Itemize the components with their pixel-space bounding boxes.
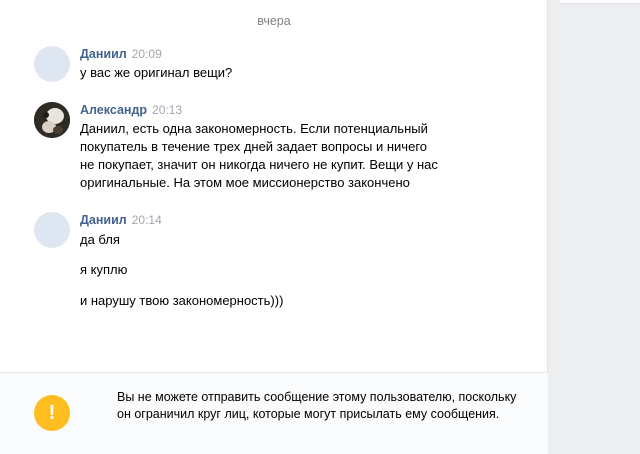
message-text: и нарушу твою закономерность)))	[80, 293, 284, 308]
send-restriction-notice: ! Вы не можете отправить сообщение этому…	[0, 372, 548, 454]
avatar-photo-icon	[34, 102, 70, 138]
message-body: Александр 20:13 Даниил, есть одна законом…	[80, 102, 474, 192]
date-separator: вчера	[257, 14, 291, 28]
message-body: Даниил 20:09 у вас же оригинал вещи?	[80, 46, 474, 82]
avatar[interactable]	[34, 46, 70, 82]
message-meta: Даниил 20:14	[80, 212, 474, 230]
message-meta: Александр 20:13	[80, 102, 474, 120]
message-time[interactable]: 20:13	[152, 103, 182, 117]
author-name[interactable]: Александр	[80, 103, 147, 117]
right-panel-edge	[560, 0, 640, 4]
author-name[interactable]: Даниил	[80, 47, 127, 61]
author-name[interactable]: Даниил	[80, 213, 127, 227]
message-meta: Даниил 20:09	[80, 46, 474, 64]
chat-panel: вчера Даниил 20:09 у вас же оригинал вещи…	[0, 0, 548, 454]
message-text: у вас же оригинал вещи?	[80, 65, 233, 80]
message-text: да бля	[80, 232, 120, 247]
message-time[interactable]: 20:14	[132, 213, 162, 227]
avatar[interactable]	[34, 212, 70, 248]
message-time[interactable]: 20:09	[132, 47, 162, 61]
restriction-message: Вы не можете отправить сообщение этому п…	[117, 390, 517, 421]
avatar[interactable]	[34, 102, 70, 138]
message-text: я куплю	[80, 262, 128, 277]
warning-icon: !	[34, 395, 70, 431]
message-text: Даниил, есть одна закономерность. Если п…	[80, 121, 438, 190]
message-body: Даниил 20:14 да бля я куплю и нарушу твою…	[80, 212, 474, 308]
